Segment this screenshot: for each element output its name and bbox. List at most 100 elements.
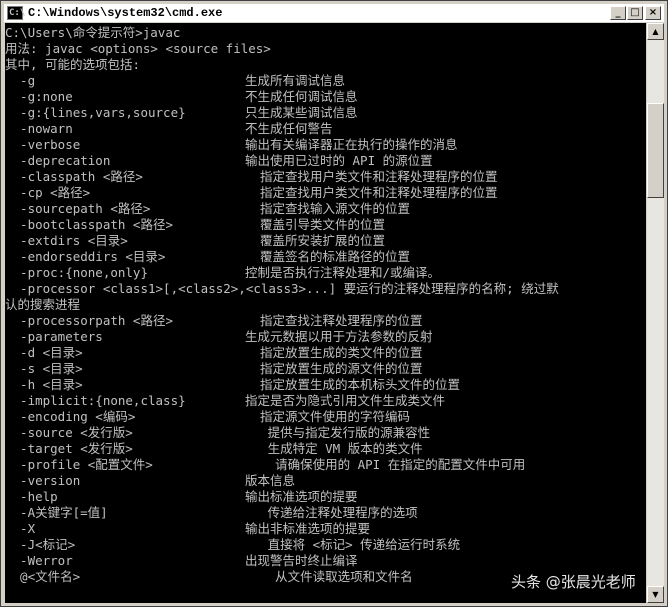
option-line: -s <目录> 指定放置生成的源文件的位置 (5, 361, 646, 377)
option-line: -cp <路径> 指定查找用户类文件和注释处理程序的位置 (5, 185, 646, 201)
option-line: -source <发行版> 提供与指定发行版的源兼容性 (5, 425, 646, 441)
option-flag: -sourcepath <路径> (5, 201, 151, 216)
option-flag: -help (5, 489, 58, 504)
option-desc: 控制是否执行注释处理和/或编译。 (245, 265, 441, 280)
option-line: -sourcepath <路径> 指定查找输入源文件的位置 (5, 201, 646, 217)
option-desc: 覆盖所安装扩展的位置 (245, 233, 386, 248)
title-bar[interactable]: C:\ C:\Windows\system32\cmd.exe _ □ × (4, 4, 664, 22)
console-output[interactable]: C:\Users\命令提示符>javac 用法: javac <options>… (5, 23, 646, 603)
option-flag: -processorpath <路径> (5, 313, 173, 328)
option-flag: -X (5, 521, 36, 536)
option-desc: 输出使用已过时的 API 的源位置 (245, 153, 433, 168)
option-desc: 覆盖签名的标准路径的位置 (245, 249, 411, 264)
scroll-up-button[interactable]: ▲ (647, 23, 664, 40)
option-desc: 指定放置生成的源文件的位置 (245, 361, 423, 376)
option-desc: 指定查找用户类文件和注释处理程序的位置 (245, 169, 498, 184)
option-line: -classpath <路径> 指定查找用户类文件和注释处理程序的位置 (5, 169, 646, 185)
scroll-thumb[interactable] (647, 103, 664, 198)
option-flag: -h <目录> (5, 377, 83, 392)
option-line: -parameters 生成元数据以用于方法参数的反射 (5, 329, 646, 345)
option-flag: -proc:{none,only} (5, 265, 148, 280)
close-button[interactable]: × (645, 6, 661, 20)
option-flag: -g:none (5, 89, 73, 104)
usage-line: 用法: javac <options> <source files> (5, 41, 271, 56)
option-line: -verbose 输出有关编译器正在执行的操作的消息 (5, 137, 646, 153)
option-desc: 提供与指定发行版的源兼容性 (245, 425, 431, 440)
minimize-button[interactable]: _ (610, 6, 626, 20)
option-desc: 不生成任何警告 (245, 121, 333, 136)
option-line: -g 生成所有调试信息 (5, 73, 646, 89)
option-desc: 指定源文件使用的字符编码 (245, 409, 411, 424)
option-desc: 直接将 <标记> 传递给运行时系统 (245, 537, 461, 552)
option-flag: -extdirs <目录> (5, 233, 128, 248)
option-flag: -verbose (5, 137, 81, 152)
option-flag: -J<标记> (5, 537, 76, 552)
option-flag: -d <目录> (5, 345, 83, 360)
option-line: -implicit:{none,class} 指定是否为隐式引用文件生成类文件 (5, 393, 646, 409)
option-desc: 生成特定 VM 版本的类文件 (245, 441, 423, 456)
option-desc: 版本信息 (245, 473, 296, 488)
option-flag: -encoding <编码> (5, 409, 136, 424)
option-flag: -parameters (5, 329, 103, 344)
option-desc: 只生成某些调试信息 (245, 105, 358, 120)
scroll-down-button[interactable]: ▼ (647, 586, 664, 603)
option-desc: 请确保使用的 API 在指定的配置文件中可用 (245, 457, 526, 472)
option-line: -processorpath <路径> 指定查找注释处理程序的位置 (5, 313, 646, 329)
option-desc: 生成元数据以用于方法参数的反射 (245, 329, 433, 344)
option-flag: -classpath <路径> (5, 169, 143, 184)
maximize-button[interactable]: □ (627, 6, 643, 20)
option-flag: -implicit:{none,class} (5, 393, 186, 408)
option-desc: 传递给注释处理程序的选项 (245, 505, 418, 520)
cmd-window: C:\ C:\Windows\system32\cmd.exe _ □ × C:… (0, 0, 668, 607)
option-line: -endorseddirs <目录> 覆盖签名的标准路径的位置 (5, 249, 646, 265)
option-desc: 生成所有调试信息 (245, 73, 346, 88)
option-line: -g:{lines,vars,source} 只生成某些调试信息 (5, 105, 646, 121)
option-flag: -profile <配置文件> (5, 457, 153, 472)
option-flag: -endorseddirs <目录> (5, 249, 166, 264)
option-flag: -s <目录> (5, 361, 83, 376)
processor-line: -processor <class1>[,<class2>,<class3>..… (5, 281, 559, 296)
option-line: -J<标记> 直接将 <标记> 传递给运行时系统 (5, 537, 646, 553)
option-flag: -Werror (5, 553, 73, 568)
option-desc: 指定是否为隐式引用文件生成类文件 (245, 393, 446, 408)
option-flag: -bootclasspath <路径> (5, 217, 173, 232)
cmd-icon: C:\ (7, 6, 26, 20)
option-line: -profile <配置文件> 请确保使用的 API 在指定的配置文件中可用 (5, 457, 646, 473)
option-line: -bootclasspath <路径> 覆盖引导类文件的位置 (5, 217, 646, 233)
option-flag: -g:{lines,vars,source} (5, 105, 186, 120)
window-title: C:\Windows\system32\cmd.exe (28, 6, 223, 20)
prompt-line: C:\Users\命令提示符>javac (5, 25, 181, 40)
option-desc: 输出有关编译器正在执行的操作的消息 (245, 137, 458, 152)
option-flag: -A关键字[=值] (5, 505, 108, 520)
option-line: -X 输出非标准选项的提要 (5, 521, 646, 537)
option-line: -encoding <编码> 指定源文件使用的字符编码 (5, 409, 646, 425)
option-flag: -cp <路径> (5, 185, 91, 200)
option-line: -g:none 不生成任何调试信息 (5, 89, 646, 105)
option-line: -deprecation 输出使用已过时的 API 的源位置 (5, 153, 646, 169)
option-line: -help 输出标准选项的提要 (5, 489, 646, 505)
option-line: -h <目录> 指定放置生成的本机标头文件的位置 (5, 377, 646, 393)
option-desc: 覆盖引导类文件的位置 (245, 217, 386, 232)
option-line: -extdirs <目录> 覆盖所安装扩展的位置 (5, 233, 646, 249)
option-line: -d <目录> 指定放置生成的类文件的位置 (5, 345, 646, 361)
option-desc: 出现警告时终止编译 (245, 553, 358, 568)
option-desc: 输出标准选项的提要 (245, 489, 358, 504)
option-desc: 指定查找用户类文件和注释处理程序的位置 (245, 185, 498, 200)
option-line: -Werror 出现警告时终止编译 (5, 553, 646, 569)
intro-line: 其中, 可能的选项包括: (5, 57, 141, 72)
watermark: 头条 @张晨光老师 (511, 573, 636, 591)
option-flag: -version (5, 473, 81, 488)
option-line: -version 版本信息 (5, 473, 646, 489)
processor-wrap-line: 认的搜索进程 (5, 297, 81, 312)
option-flag: -deprecation (5, 153, 111, 168)
option-flag: -nowarn (5, 121, 73, 136)
option-flag: @<文件名> (5, 569, 81, 584)
option-desc: 不生成任何调试信息 (245, 89, 358, 104)
option-desc: 指定查找输入源文件的位置 (245, 201, 411, 216)
vertical-scrollbar[interactable]: ▲ ▼ (647, 23, 664, 603)
option-desc: 指定放置生成的本机标头文件的位置 (245, 377, 461, 392)
console-lines: C:\Users\命令提示符>javac 用法: javac <options>… (5, 25, 646, 585)
option-desc: 从文件读取选项和文件名 (245, 569, 413, 584)
option-flag: -target <发行版> (5, 441, 133, 456)
option-line: -proc:{none,only} 控制是否执行注释处理和/或编译。 (5, 265, 646, 281)
